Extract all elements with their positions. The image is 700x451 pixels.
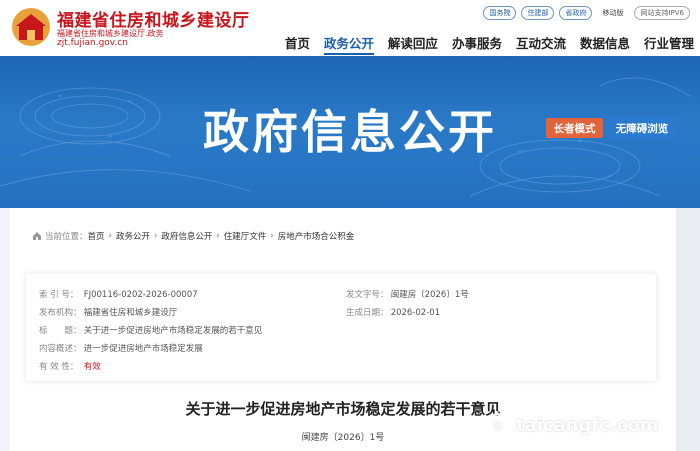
site-logo[interactable] (10, 6, 52, 48)
breadcrumb-separator: › (108, 231, 112, 241)
meta-validity-row: 有 效 性： 有效 (39, 360, 101, 372)
meta-title-value: 关于进一步促进房地产市场稳定发展的若干意见 (83, 326, 263, 336)
watermark: ◎ taicangfc.com (486, 413, 659, 437)
main-nav: 首页 政务公开 解读回应 办事服务 互动交流 数据信息 行业管理 (271, 33, 694, 55)
meta-docno-label: 发文字号： (346, 290, 389, 300)
meta-docno-value: 闽建房〔2026〕1号 (390, 290, 469, 300)
meta-summary-label: 内容概述： (39, 344, 82, 354)
mobile-version-link[interactable]: 移动版 (602, 8, 623, 18)
meta-index-value: FJ00116-0202-2026-00007 (83, 290, 198, 300)
meta-date-label: 生成日期： (346, 308, 389, 318)
breadcrumb-gov-info[interactable]: 政府信息公开 (161, 230, 212, 242)
page-banner: 政府信息公开 长者模式 无障碍浏览 (0, 56, 700, 208)
meta-date-value: 2026-02-01 (390, 308, 441, 318)
breadcrumb-label: 当前位置： (45, 232, 88, 242)
nav-interpretation[interactable]: 解读回应 (388, 33, 438, 53)
breadcrumb-gov-affairs[interactable]: 政务公开 (116, 230, 150, 242)
nav-data-info[interactable]: 数据信息 (580, 33, 630, 53)
site-url: zjt.fujian.gov.cn (57, 38, 128, 48)
link-mohurd[interactable]: 住建部 (521, 6, 555, 20)
meta-org-row: 发布机构： 福建省住房和城乡建设厅 (39, 306, 177, 318)
nav-interaction[interactable]: 互动交流 (516, 33, 566, 53)
link-province-gov[interactable]: 省政府 (559, 6, 593, 20)
page-background-edge (676, 208, 700, 451)
breadcrumb-home[interactable]: 首页 (88, 230, 105, 242)
accessible-browse-button[interactable]: 无障碍浏览 (609, 118, 675, 138)
meta-summary-row: 内容概述： 进一步促进房地产市场稳定发展 (39, 342, 203, 354)
nav-industry[interactable]: 行业管理 (644, 33, 694, 53)
breadcrumb-real-estate[interactable]: 房地产市场合公积金 (278, 230, 355, 242)
top-links: 国务院 住建部 省政府 移动版 网站支持IPV6 (478, 6, 690, 20)
meta-summary-value: 进一步促进房地产市场稳定发展 (83, 344, 203, 354)
nav-services[interactable]: 办事服务 (452, 33, 502, 53)
meta-title-label: 标 题： (39, 326, 82, 336)
home-icon (33, 232, 41, 240)
meta-date-row: 生成日期： 2026-02-01 (346, 306, 440, 318)
breadcrumb: 当前位置： 首页 › 政务公开 › 政府信息公开 › 住建厅文件 › 房地产市场… (32, 230, 354, 242)
meta-index-row: 索 引 号： FJ00116-0202-2026-00007 (39, 288, 198, 300)
meta-org-label: 发布机构： (39, 308, 82, 318)
link-state-council[interactable]: 国务院 (483, 6, 517, 20)
elder-mode-button[interactable]: 长者模式 (546, 118, 603, 138)
meta-org-value: 福建省住房和城乡建设厅 (83, 308, 178, 318)
watermark-logo-icon: ◎ (486, 413, 510, 437)
watermark-text: taicangfc.com (516, 414, 659, 436)
nav-home[interactable]: 首页 (285, 33, 310, 53)
breadcrumb-separator: › (216, 231, 220, 241)
site-header: 福建省住房和城乡建设厅 福建省住房和城乡建设厅.政务 zjt.fujian.go… (0, 0, 700, 56)
nav-gov-affairs[interactable]: 政务公开 (323, 33, 374, 55)
breadcrumb-separator: › (153, 231, 158, 241)
document-meta-box: 索 引 号： FJ00116-0202-2026-00007 发文字号： 闽建房… (26, 274, 656, 381)
meta-title-row: 标 题： 关于进一步促进房地产市场稳定发展的若干意见 (39, 324, 262, 336)
breadcrumb-separator: › (270, 231, 274, 241)
breadcrumb-dept-docs[interactable]: 住建厅文件 (224, 230, 267, 242)
meta-validity-label: 有 效 性： (39, 362, 79, 372)
meta-validity-value: 有效 (83, 362, 101, 372)
meta-index-label: 索 引 号： (39, 290, 79, 300)
meta-docno-row: 发文字号： 闽建房〔2026〕1号 (346, 288, 469, 300)
ipv6-badge: 网站支持IPV6 (634, 6, 690, 20)
